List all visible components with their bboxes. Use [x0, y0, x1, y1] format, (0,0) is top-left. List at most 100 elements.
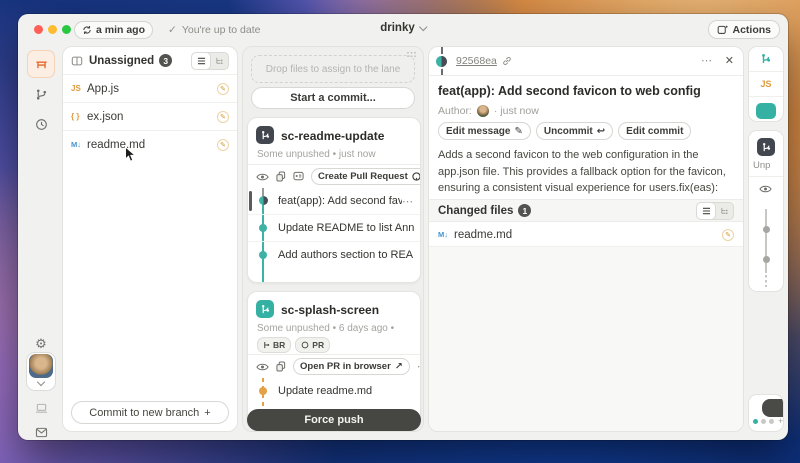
author-avatar: [477, 105, 489, 117]
changed-files-title: Changed files: [438, 205, 513, 217]
cursor-pointer-icon: [124, 146, 137, 163]
commit-detail-header: 92568ea ⋯ ✕: [429, 47, 743, 76]
pull-request-chip[interactable]: PR: [295, 337, 330, 353]
create-pull-request-button[interactable]: Create Pull Request: [311, 168, 421, 185]
file-row-appjs[interactable]: JS App.js ✎: [63, 74, 237, 102]
lane-page-dot[interactable]: [761, 419, 766, 424]
tab-workspace[interactable]: [27, 50, 55, 78]
lane-column: Drop files to assign to the lane Start a…: [242, 46, 424, 432]
titlebar: a min ago ✓ You're up to date drinky Act…: [18, 14, 788, 44]
pr-description-icon[interactable]: [293, 171, 304, 182]
actions-button[interactable]: Actions: [708, 20, 780, 39]
commit-menu-button[interactable]: ⋯: [701, 54, 713, 67]
author-meta: · just now: [494, 105, 539, 117]
split-square-icon: [71, 55, 83, 67]
actions-icon: [717, 24, 728, 35]
create-pr-label: Create Pull Request: [318, 171, 408, 182]
commit-row[interactable]: Add authors section to README file: [248, 241, 420, 268]
drop-zone[interactable]: Drop files to assign to the lane: [251, 55, 415, 83]
review-eye-icon[interactable]: [256, 172, 269, 182]
file-name: App.js: [87, 83, 119, 95]
edit-message-button[interactable]: Edit message ✎: [438, 122, 531, 140]
list-view-button[interactable]: [697, 203, 715, 219]
collapsed-files-card[interactable]: JS: [748, 46, 784, 122]
collapsed-force-push-button[interactable]: [762, 399, 784, 417]
commit-title: feat(app): Add second favicon to web con…: [438, 84, 701, 98]
commit-graph-line-dashed: [765, 275, 767, 287]
lane-page-dot-active[interactable]: [753, 419, 758, 424]
changed-file-row-readmemd[interactable]: M↓ readme.md ✎: [429, 223, 743, 246]
chevron-expand-icon: [37, 378, 45, 386]
open-pr-label: Open PR in browser: [300, 361, 391, 372]
lane-page-dot[interactable]: [769, 419, 774, 424]
file-row-readmemd[interactable]: M↓ readme.md ✎: [63, 130, 237, 158]
tree-view-button[interactable]: [715, 203, 733, 219]
file-row-exjson[interactable]: { } ex.json ✎: [63, 102, 237, 130]
commit-row-selected[interactable]: feat(app): Add second favico... ⋯: [248, 188, 420, 214]
review-eye-icon[interactable]: [759, 184, 772, 194]
tab-branches[interactable]: [27, 80, 55, 108]
md-file-icon: M↓: [438, 230, 454, 239]
force-push-button[interactable]: Force push: [247, 409, 421, 431]
unassigned-title: Unassigned: [89, 55, 154, 67]
changed-files-header: Changed files 1: [429, 199, 743, 222]
commit-row[interactable]: Update README to list Anne as pr...: [248, 214, 420, 241]
zoom-window-button[interactable]: [62, 25, 71, 34]
drop-zone-hint: Drop files to assign to the lane: [266, 64, 401, 75]
commit-to-new-branch-button[interactable]: Commit to new branch +: [71, 401, 229, 424]
project-switcher[interactable]: drinky: [380, 22, 426, 34]
commit-to-new-branch-label: Commit to new branch: [89, 407, 199, 419]
account-switcher[interactable]: [26, 352, 56, 391]
close-icon[interactable]: ✕: [725, 54, 734, 67]
commit-dot-unpushed: [259, 387, 267, 395]
tab-history[interactable]: [27, 110, 55, 138]
commit-row[interactable]: Update readme.md: [248, 378, 420, 404]
workspace-icon: [35, 58, 48, 71]
uncommit-button[interactable]: Uncommit ↩: [536, 122, 613, 140]
commit-actions: Edit message ✎ Uncommit ↩ Edit commit: [438, 122, 691, 140]
mail-icon: [35, 427, 48, 438]
start-commit-button[interactable]: Start a commit...: [251, 87, 415, 109]
view-toggle: [191, 52, 229, 70]
list-view-button[interactable]: [192, 53, 210, 69]
lane-pagination: +: [753, 416, 783, 426]
minimize-window-button[interactable]: [48, 25, 57, 34]
commit-dot: [259, 251, 267, 259]
file-name: readme.md: [454, 229, 512, 241]
fetch-button[interactable]: a min ago: [74, 21, 153, 39]
link-icon[interactable]: [502, 56, 512, 66]
copy-icon[interactable]: [276, 171, 286, 182]
edit-commit-label: Edit commit: [626, 126, 683, 137]
stack-card-sc-readme-update: sc-readme-update Some unpushed • just no…: [247, 117, 421, 283]
author-label: Author:: [438, 105, 472, 117]
collapsed-lane-preview: [749, 96, 783, 121]
undo-icon: ↩: [597, 126, 605, 137]
tree-view-button[interactable]: [210, 53, 228, 69]
view-toggle: [696, 202, 734, 220]
chevron-down-icon: [419, 22, 427, 30]
remote-branch-chip[interactable]: BR: [257, 337, 291, 353]
commit-hash-link[interactable]: 92568ea: [456, 55, 497, 67]
branch-name[interactable]: sc-splash-screen: [281, 303, 379, 317]
unassigned-panel: Unassigned 3 JS App.js ✎ { } ex.json ✎ M…: [62, 46, 238, 432]
branch-badge-icon: [256, 126, 274, 144]
close-window-button[interactable]: [34, 25, 43, 34]
edit-commit-button[interactable]: Edit commit: [618, 122, 691, 140]
collapsed-stack-card[interactable]: Unp: [748, 130, 784, 292]
add-lane-button[interactable]: +: [778, 416, 783, 426]
branch-name[interactable]: sc-readme-update: [281, 129, 384, 143]
project-name: drinky: [380, 22, 415, 34]
stack-menu-button[interactable]: ⋯: [417, 360, 421, 373]
edit-message-label: Edit message: [446, 126, 510, 137]
commit-menu-button[interactable]: ⋯: [402, 195, 414, 208]
feedback-button[interactable]: [27, 418, 55, 446]
open-pr-in-browser-button[interactable]: Open PR in browser ↗: [293, 358, 410, 375]
stack-toolbar: Create Pull Request ⋯: [248, 164, 420, 188]
gear-icon: ⚙: [35, 336, 47, 352]
md-file-icon: M↓: [71, 140, 87, 149]
sync-status: ✓ You're up to date: [168, 24, 261, 36]
copy-icon[interactable]: [276, 361, 286, 372]
divider: [749, 176, 783, 177]
review-eye-icon[interactable]: [256, 362, 269, 372]
commit-message: Update README to list Anne as pr...: [278, 222, 414, 234]
